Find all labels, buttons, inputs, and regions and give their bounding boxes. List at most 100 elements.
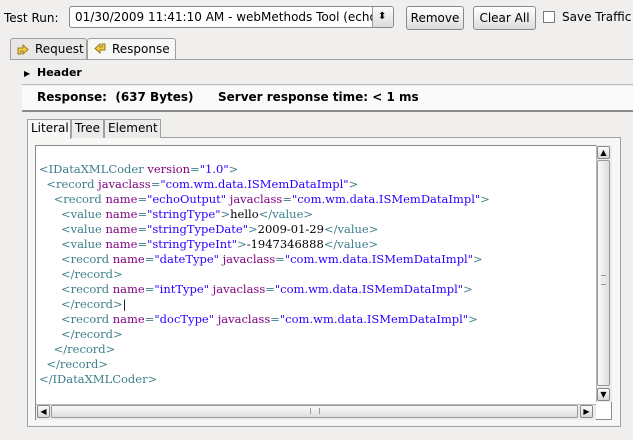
xml-token: = (282, 192, 292, 206)
xml-line: <record name="docType" javaclass="com.wm… (39, 312, 490, 327)
response-arrow-icon (94, 42, 106, 55)
dropdown-arrow-button[interactable]: ⬍ (372, 7, 393, 27)
xml-token (39, 267, 61, 281)
clear-all-button[interactable]: Clear All (473, 6, 536, 30)
horizontal-grip-icon (310, 408, 320, 414)
xml-token: = (265, 282, 275, 296)
tab-request-label: Request (35, 42, 84, 56)
xml-token: "com.wm.data.ISMemDataImpl" (279, 312, 469, 326)
xml-token: "com.wm.data.ISMemDataImpl" (284, 252, 474, 266)
xml-token (39, 252, 61, 266)
xml-lines: <IDataXMLCoder version="1.0"> <record ja… (39, 162, 490, 387)
scroll-right-icon[interactable]: ▶ (580, 405, 593, 418)
xml-token: > (473, 252, 483, 266)
tab-response[interactable]: Response (87, 38, 176, 60)
vertical-scroll-thumb[interactable] (597, 160, 610, 386)
xml-token (39, 297, 61, 311)
test-run-select-value: 01/30/2009 11:41:10 AM - webMethods Tool… (75, 10, 375, 24)
remove-button[interactable]: Remove (406, 6, 464, 30)
xml-token (39, 327, 61, 341)
xml-token: <record (60, 252, 113, 266)
xml-token: -1947346888 (246, 237, 324, 251)
xml-token: "1.0" (199, 162, 229, 176)
xml-token: = (137, 222, 148, 236)
xml-token: = (137, 207, 148, 221)
xml-token: </record> (46, 357, 108, 371)
xml-token: <record (60, 312, 113, 326)
tab-element[interactable]: Element (104, 119, 161, 138)
xml-token: <value (60, 237, 106, 251)
xml-token: <record (60, 282, 113, 296)
save-traffic-checkbox[interactable] (543, 11, 555, 23)
xml-token: </record> (60, 267, 123, 281)
chevron-down-icon: ⬍ (378, 11, 387, 22)
xml-token: hello (230, 207, 259, 221)
xml-token: <value (60, 222, 106, 236)
xml-token: > (463, 282, 473, 296)
tab-request[interactable]: Request (10, 38, 87, 59)
xml-line: </record>| (39, 297, 490, 312)
vertical-grip-icon (601, 275, 606, 285)
scroll-up-icon[interactable]: ▲ (597, 146, 610, 159)
scroll-down-icon[interactable]: ▼ (597, 388, 610, 401)
xml-token: name (105, 207, 138, 221)
xml-token: | (122, 297, 127, 311)
xml-token: "com.wm.data.ISMemDataImpl" (160, 177, 349, 191)
xml-token (39, 192, 54, 206)
xml-token: javaclass (222, 252, 276, 266)
xml-token: "dateType" (154, 252, 219, 266)
xml-token (39, 342, 54, 356)
xml-line: <value name="stringTypeDate">2009-01-29<… (39, 222, 490, 237)
xml-token: </IDataXMLCoder> (39, 372, 158, 386)
xml-token: > (220, 207, 231, 221)
xml-line: <value name="stringTypeInt">-1947346888<… (39, 237, 490, 252)
xml-token: </value> (323, 237, 379, 251)
xml-token: = (137, 192, 148, 206)
header-section-label[interactable]: Header (37, 66, 82, 79)
xml-token: = (137, 237, 148, 251)
xml-response-textarea[interactable]: <IDataXMLCoder version="1.0"> <record ja… (35, 145, 612, 420)
xml-token: </value> (258, 207, 314, 221)
xml-token: version (147, 162, 191, 176)
tabs-divider (10, 59, 633, 60)
xml-token: > (468, 312, 478, 326)
xml-line: <record name="intType" javaclass="com.wm… (39, 282, 490, 297)
expand-triangle-icon[interactable]: ▶ (24, 69, 30, 78)
xml-token (39, 222, 61, 236)
tab-tree[interactable]: Tree (71, 119, 104, 138)
test-run-select[interactable]: 01/30/2009 11:41:10 AM - webMethods Tool… (69, 6, 394, 28)
xml-token: > (480, 192, 490, 206)
xml-token: name (105, 222, 138, 236)
xml-token: = (144, 252, 155, 266)
xml-line: <record name="dateType" javaclass="com.w… (39, 252, 490, 267)
xml-line: </record> (39, 327, 490, 342)
xml-token: </record> (53, 342, 116, 356)
tab-literal[interactable]: Literal (27, 119, 71, 139)
xml-token: > (348, 177, 359, 191)
xml-token: = (270, 312, 280, 326)
header-divider (22, 84, 633, 85)
xml-token: = (144, 282, 155, 296)
xml-line: </record> (39, 357, 490, 372)
xml-token: "stringType" (147, 207, 221, 221)
xml-line: <record javaclass="com.wm.data.ISMemData… (39, 177, 490, 192)
xml-token: </record> (60, 297, 123, 311)
xml-token: <record (53, 192, 106, 206)
xml-token: = (144, 312, 155, 326)
xml-token: "intType" (154, 282, 210, 296)
xml-line: </record> (39, 342, 490, 357)
xml-token: > (237, 237, 247, 251)
scroll-left-icon[interactable]: ◀ (37, 405, 50, 418)
xml-token: "echoOutput" (147, 192, 227, 206)
xml-token: "stringTypeDate" (147, 222, 248, 236)
xml-token: <value (60, 207, 106, 221)
xml-token (39, 312, 61, 326)
save-traffic-label: Save Traffic (562, 10, 632, 24)
xml-token: </value> (323, 222, 379, 236)
xml-token: > (228, 162, 239, 176)
xml-token: "docType" (154, 312, 215, 326)
xml-token: "com.wm.data.ISMemDataImpl" (274, 282, 464, 296)
xml-token: name (112, 252, 145, 266)
xml-token: javaclass (229, 192, 283, 206)
request-arrow-icon (17, 43, 29, 56)
